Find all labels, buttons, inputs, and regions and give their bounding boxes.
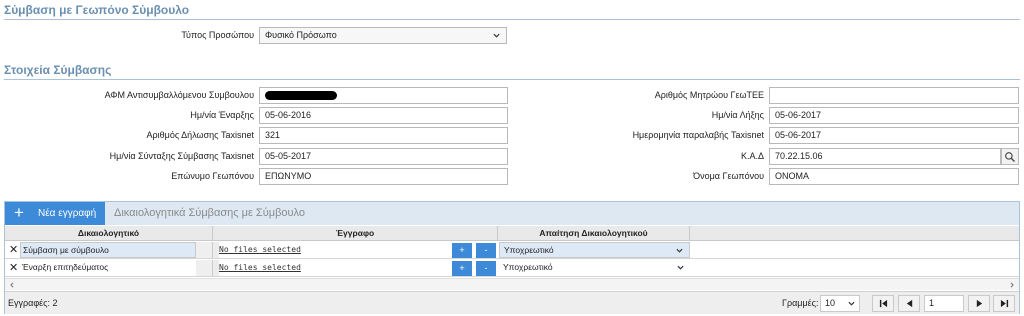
person-type-select[interactable]: Φυσικό Πρόσωπο (259, 27, 507, 44)
delete-row-icon[interactable]: ✕ (9, 242, 18, 258)
scroll-right-icon[interactable] (1009, 282, 1015, 288)
section-divider (4, 79, 1020, 80)
requirement-select[interactable]: Υποχρεωτικό (499, 260, 690, 276)
end-date-field[interactable]: 05-06-2017 (769, 107, 1019, 124)
rows-per-page-select[interactable]: 10 (820, 295, 860, 312)
receipt-date-label: Ημερομηνία παραλαβής Taxisnet (632, 130, 764, 140)
new-record-button[interactable]: + Νέα εγγραφή (5, 202, 105, 225)
redaction-mark (265, 91, 337, 100)
first-page-button[interactable] (872, 295, 894, 312)
file-cell: No files selected (219, 242, 449, 258)
requirement-select[interactable]: Υποχρεωτικό (499, 242, 690, 258)
column-header-empty (690, 226, 1019, 241)
start-date-field[interactable]: 05-06-2016 (259, 107, 508, 124)
rows-per-page-value: 10 (825, 298, 836, 308)
row-spacer (196, 260, 213, 276)
person-type-value: Φυσικό Πρόσωπο (265, 30, 337, 40)
chevron-down-icon (848, 301, 855, 306)
scroll-left-icon[interactable] (9, 282, 15, 288)
first-page-icon (879, 299, 888, 308)
requirement-value: Υποχρεωτικό (503, 262, 553, 272)
last-page-button[interactable] (993, 295, 1015, 312)
surname-label: Επώνυμο Γεωπόνου (171, 171, 254, 181)
section-title-contract-details: Στοιχεία Σύμβασης (4, 63, 112, 77)
receipt-date-field[interactable]: 05-06-2017 (769, 127, 1019, 144)
documents-grid: + Νέα εγγραφή Δικαιολογητικά Σύμβασης με… (4, 201, 1020, 314)
chevron-down-icon (677, 265, 684, 270)
grid-toolbar: + Νέα εγγραφή Δικαιολογητικά Σύμβασης με… (5, 202, 1019, 225)
rows-per-page-label: Γραμμές: (782, 298, 819, 308)
remove-file-button[interactable]: - (476, 243, 496, 258)
name-field[interactable]: ΟΝΟΜΑ (769, 168, 1019, 185)
kad-field[interactable]: 70.22.15.06 (769, 148, 1001, 165)
record-count: Εγγραφές: 2 (8, 298, 58, 308)
declaration-number-field[interactable]: 321 (259, 127, 508, 144)
file-link[interactable]: No files selected (219, 263, 301, 272)
new-record-label: Νέα εγγραφή (38, 208, 97, 219)
document-name[interactable]: Σύμβαση με σύμβουλο (20, 242, 196, 258)
table-row: ✕ Έναρξη επιτηδεύματος No files selected… (5, 260, 1019, 277)
kad-label: Κ.Α.Δ (740, 151, 764, 161)
sign-date-label: Ημ/νία Σύνταξης Σύμβασης Taxisnet (109, 151, 254, 161)
start-date-label: Ημ/νία Έναρξης (190, 110, 254, 120)
table-row: ✕ Σύμβαση με σύμβουλο No files selected … (5, 242, 1019, 259)
section-title-contract: Σύμβαση με Γεωπόνο Σύμβουλο (4, 3, 190, 17)
page-number-input[interactable]: 1 (924, 295, 964, 312)
afm-label: ΑΦΜ Αντισυμβαλλόμενου Συμβουλου (104, 90, 254, 100)
chevron-down-icon (676, 248, 683, 253)
last-page-icon (1000, 299, 1009, 308)
requirement-value: Υποχρεωτικό (504, 245, 554, 255)
search-icon (1005, 152, 1015, 162)
chevron-down-icon (493, 33, 500, 38)
horizontal-scrollbar[interactable] (5, 278, 1019, 290)
section-divider (4, 19, 1020, 20)
declaration-number-label: Αριθμός Δήλωσης Taxisnet (146, 130, 254, 140)
end-date-label: Ημ/νία Λήξης (711, 110, 764, 120)
delete-row-icon[interactable]: ✕ (9, 260, 18, 276)
file-link[interactable]: No files selected (219, 245, 301, 254)
kad-search-button[interactable] (1001, 148, 1019, 165)
next-page-icon (976, 299, 983, 308)
surname-field[interactable]: ΕΠΩΝΥΜΟ (259, 168, 508, 185)
column-header-requirement[interactable]: Απαίτηση Δικαιολογητικού (498, 226, 690, 241)
add-file-button[interactable]: + (452, 261, 472, 276)
file-cell: No files selected (219, 260, 449, 276)
previous-page-button[interactable] (898, 295, 920, 312)
next-page-button[interactable] (968, 295, 990, 312)
row-spacer (196, 242, 213, 258)
grid-title: Δικαιολογητικά Σύμβασης με Σύμβουλο (114, 207, 305, 219)
remove-file-button[interactable]: - (476, 261, 496, 276)
person-type-label: Τύπος Προσώπου (181, 30, 254, 40)
grid-footer: Εγγραφές: 2 Γραμμές: 10 1 (5, 291, 1019, 314)
document-name[interactable]: Έναρξη επιτηδεύματος (20, 260, 196, 276)
registry-number-field[interactable] (769, 87, 1019, 104)
registry-number-label: Αριθμός Μητρώου ΓεωΤΕΕ (654, 90, 764, 100)
name-label: Όνομα Γεωπόνου (693, 171, 764, 181)
plus-icon: + (14, 203, 24, 222)
column-header-document[interactable]: Δικαιολογητικό (5, 226, 213, 241)
afm-field[interactable] (259, 87, 508, 104)
previous-page-icon (906, 299, 913, 308)
column-header-file[interactable]: Έγγραφο (213, 226, 498, 241)
add-file-button[interactable]: + (452, 243, 472, 258)
sign-date-field[interactable]: 05-05-2017 (259, 148, 508, 165)
